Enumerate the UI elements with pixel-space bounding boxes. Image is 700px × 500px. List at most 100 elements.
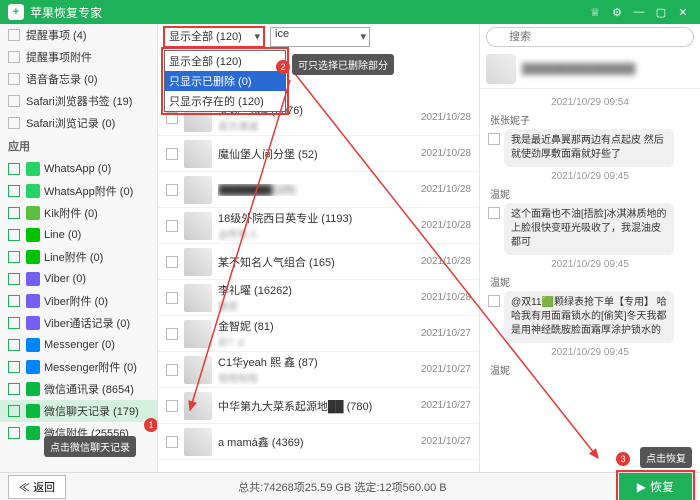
- checkbox[interactable]: [8, 317, 20, 329]
- msg-sender: 温妮: [490, 362, 690, 377]
- chat-row[interactable]: 李礼曜 (16262)晚安2021/10/28: [158, 280, 479, 316]
- sidebar-item[interactable]: Messenger (0): [0, 334, 157, 356]
- filter-select-1[interactable]: 显示全部 (120): [164, 27, 264, 47]
- minimize-icon[interactable]: —: [630, 3, 648, 21]
- dropdown-opt-0[interactable]: 显示全部 (120): [165, 51, 285, 71]
- msg-checkbox[interactable]: [488, 295, 500, 307]
- msg-checkbox[interactable]: [488, 207, 500, 219]
- checkbox[interactable]: [8, 73, 20, 85]
- sidebar-item[interactable]: 提醒事项 (4): [0, 24, 157, 46]
- checkbox[interactable]: [8, 163, 20, 175]
- footer-stats: 总共:74268项25.59 GB 选定:12项560.00 B: [66, 479, 619, 495]
- recover-button[interactable]: ▶ 恢复: [619, 473, 692, 500]
- filter-dropdown[interactable]: 显示全部 (120) 只显示已删除 (0) 只显示存在的 (120): [164, 50, 286, 112]
- sidebar-item[interactable]: Safari浏览器书签 (19): [0, 90, 157, 112]
- checkbox[interactable]: [8, 427, 20, 439]
- sidebar-item[interactable]: Safari浏览记录 (0): [0, 112, 157, 134]
- checkbox[interactable]: [166, 400, 178, 412]
- checkbox[interactable]: [166, 292, 178, 304]
- line-icon: [26, 250, 40, 264]
- sidebar-label: 提醒事项附件: [26, 49, 92, 65]
- checkbox[interactable]: [8, 29, 20, 41]
- viber-icon: [26, 294, 40, 308]
- chat-preview: 晚安: [218, 298, 421, 313]
- wa-icon: [26, 184, 40, 198]
- gear-icon[interactable]: ⚙: [608, 3, 626, 21]
- checkbox[interactable]: [8, 185, 20, 197]
- checkbox[interactable]: [166, 364, 178, 376]
- sidebar-item[interactable]: Viber (0): [0, 268, 157, 290]
- checkbox[interactable]: [166, 112, 178, 124]
- tooltip-2: 可只选择已删除部分: [292, 54, 394, 75]
- wx-icon: [26, 426, 40, 440]
- chat-row[interactable]: 中华第九大菜系起源地██ (780)2021/10/27: [158, 388, 479, 424]
- checkbox[interactable]: [166, 148, 178, 160]
- chat-row[interactable]: 魔仙堡人间分堡 (52)2021/10/28: [158, 136, 479, 172]
- wa-icon: [26, 162, 40, 176]
- checkbox[interactable]: [8, 273, 20, 285]
- checkbox[interactable]: [8, 339, 20, 351]
- checkbox[interactable]: [8, 361, 20, 373]
- right-panel: ████████████████ 2021/10/29 09:54 张张妮子 我…: [480, 24, 700, 472]
- msg-sender: 张张妮子: [490, 112, 690, 127]
- sidebar-item[interactable]: 提醒事项附件: [0, 46, 157, 68]
- filter-select-2[interactable]: ice: [270, 27, 370, 47]
- checkbox[interactable]: [166, 436, 178, 448]
- chat-row[interactable]: 18级外院西日英专业 (1193)@所有人2021/10/28: [158, 208, 479, 244]
- checkbox[interactable]: [8, 95, 20, 107]
- sidebar-item[interactable]: Kik附件 (0): [0, 202, 157, 224]
- sidebar-item[interactable]: 微信聊天记录 (179): [0, 400, 157, 422]
- back-button[interactable]: ≪ 返回: [8, 475, 66, 499]
- sidebar-label: 微信通讯录 (8654): [44, 381, 134, 397]
- sidebar-label: Viber (0): [44, 273, 86, 285]
- sidebar-item[interactable]: Line (0): [0, 224, 157, 246]
- chat-row[interactable]: 金智妮 (81)好？d2021/10/27: [158, 316, 479, 352]
- sidebar-item[interactable]: Viber附件 (0): [0, 290, 157, 312]
- chat-date: 2021/10/28: [421, 112, 471, 123]
- chat-row[interactable]: ███████ (15)2021/10/28: [158, 172, 479, 208]
- chat-date: 2021/10/27: [421, 400, 471, 411]
- checkbox[interactable]: [8, 51, 20, 63]
- checkbox[interactable]: [166, 184, 178, 196]
- sidebar-label: Kik附件 (0): [44, 205, 98, 221]
- app-icon: +: [8, 4, 24, 20]
- chat-row[interactable]: 某不知名人气组合 (165)2021/10/28: [158, 244, 479, 280]
- chat-name: 18级外院西日英专业 (1193): [218, 210, 421, 226]
- sidebar-label: Messenger附件 (0): [44, 359, 137, 375]
- chat-row[interactable]: a mamá鑫 (4369)2021/10/27: [158, 424, 479, 460]
- checkbox[interactable]: [166, 220, 178, 232]
- dropdown-opt-1[interactable]: 只显示已删除 (0): [165, 71, 285, 91]
- sidebar-item[interactable]: WhatsApp (0): [0, 158, 157, 180]
- dropdown-opt-2[interactable]: 只显示存在的 (120): [165, 91, 285, 111]
- msg-timestamp: 2021/10/29 09:54: [484, 97, 696, 108]
- checkbox[interactable]: [8, 229, 20, 241]
- annotation-badge-2: 2: [276, 60, 290, 74]
- sidebar-item[interactable]: WhatsApp附件 (0): [0, 180, 157, 202]
- chat-name: 金智妮 (81): [218, 318, 421, 334]
- viber-icon: [26, 272, 40, 286]
- checkbox[interactable]: [8, 251, 20, 263]
- sidebar-item[interactable]: Line附件 (0): [0, 246, 157, 268]
- checkbox[interactable]: [8, 295, 20, 307]
- checkbox[interactable]: [8, 383, 20, 395]
- maximize-icon[interactable]: ▢: [652, 3, 670, 21]
- checkbox[interactable]: [166, 256, 178, 268]
- chat-date: 2021/10/28: [421, 256, 471, 267]
- sidebar-item[interactable]: 语音备忘录 (0): [0, 68, 157, 90]
- sidebar-item[interactable]: Messenger附件 (0): [0, 356, 157, 378]
- chat-date: 2021/10/28: [421, 220, 471, 231]
- annotation-badge-1: 1: [144, 418, 158, 432]
- crown-icon[interactable]: ♕: [586, 3, 604, 21]
- checkbox[interactable]: [166, 328, 178, 340]
- sidebar-label: WhatsApp (0): [44, 163, 111, 175]
- close-icon[interactable]: ✕: [674, 3, 692, 21]
- sidebar-label: 提醒事项 (4): [26, 27, 87, 43]
- checkbox[interactable]: [8, 405, 20, 417]
- chat-row[interactable]: C1华yeah 熙 鑫 (87)哈哈哈哈2021/10/27: [158, 352, 479, 388]
- msg-checkbox[interactable]: [488, 133, 500, 145]
- checkbox[interactable]: [8, 117, 20, 129]
- sidebar-item[interactable]: Viber通话记录 (0): [0, 312, 157, 334]
- sidebar-item[interactable]: 微信通讯录 (8654): [0, 378, 157, 400]
- checkbox[interactable]: [8, 207, 20, 219]
- search-input[interactable]: [486, 27, 694, 47]
